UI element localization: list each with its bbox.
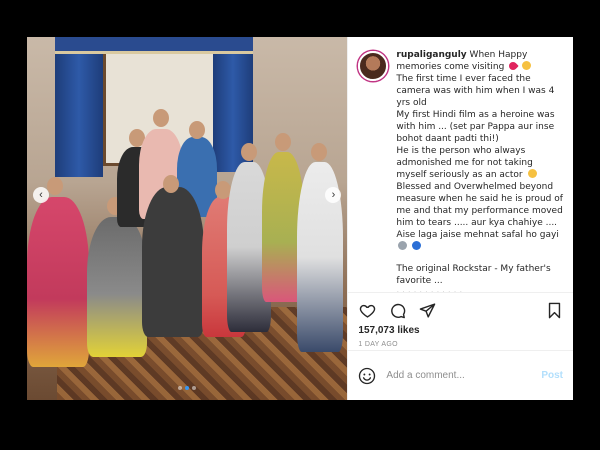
caption-line: My first Hindi film as a heroine was wit… [396,110,555,144]
smiling-face-emoji-icon [522,61,532,70]
bookmark-icon [548,302,560,318]
comment-button[interactable] [388,301,406,319]
person-head [47,177,63,195]
heart-icon [359,304,376,318]
comment-bar: Post [348,350,573,400]
person-head [275,133,291,151]
like-button[interactable] [358,301,376,319]
comment-icon [391,303,406,318]
person-head [153,109,169,127]
post-actions: 157,073 likes 1 DAY AGO [348,292,573,350]
post-photo[interactable]: ‹ › [27,37,348,400]
share-icon [419,302,436,318]
person-head [189,121,205,139]
carousel-indicator [178,386,197,390]
person-head [241,143,257,161]
caption-line: Aise laga jaise mehnat safal ho gayi [396,230,559,240]
save-button[interactable] [545,301,563,319]
heart-emoji-icon [507,60,519,72]
smile-icon[interactable] [358,367,376,385]
instagram-post: ‹ › rupaliganguly When Happy memories co… [27,37,573,400]
photo-valance [55,37,253,54]
previous-photo-button[interactable]: ‹ [33,187,49,203]
folded-hands-emoji-icon [398,241,408,250]
avatar[interactable] [358,51,389,81]
carousel-dot [178,386,183,390]
action-icons-row [358,299,563,321]
caption: rupaliganguly When Happy memories come v… [396,49,563,292]
smiling-face-emoji-icon [527,169,537,178]
person-head [311,143,327,161]
caption-line: Blessed and Overwhelmed beyond measure w… [396,182,563,228]
person-figure [27,197,89,367]
carousel-dot [192,386,197,390]
post-sidebar: rupaliganguly When Happy memories come v… [347,37,573,400]
post-comment-button[interactable]: Post [541,370,563,381]
photo-curtain-left [55,37,103,177]
caption-line: The first time I ever faced the camera w… [396,74,555,108]
person-figure [87,217,147,357]
carousel-dot-active [185,386,190,390]
share-button[interactable] [418,301,436,319]
username-link[interactable]: rupaliganguly [396,50,466,60]
post-timestamp[interactable]: 1 DAY AGO [358,341,563,348]
person-figure [142,187,204,337]
caption-line: He is the person who always admonished m… [396,146,533,180]
comment-input[interactable] [384,369,542,382]
person-head [163,175,179,193]
caption-area: rupaliganguly When Happy memories come v… [348,37,573,292]
evil-eye-emoji-icon [412,241,422,250]
caption-second: The original Rockstar - My father's favo… [396,264,551,286]
likes-count[interactable]: 157,073 likes [358,325,563,336]
